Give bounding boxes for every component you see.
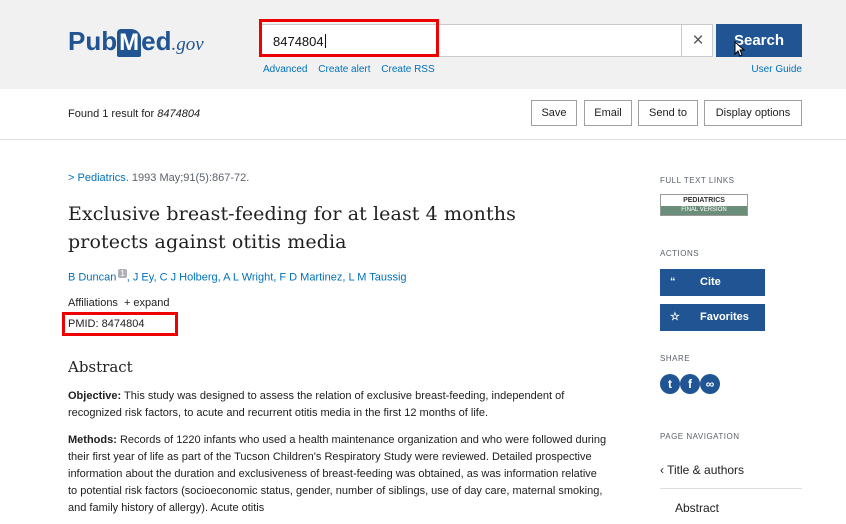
author-links[interactable]: , J Ey, C J Holberg, A L Wright, F D Mar…	[127, 272, 407, 284]
journal-link[interactable]: > Pediatrics.	[68, 172, 129, 184]
affiliation-number[interactable]: 1	[118, 269, 127, 278]
send-to-button[interactable]: Send to	[638, 100, 698, 126]
page-navigation-label: PAGE NAVIGATION	[660, 432, 740, 441]
nav-abstract[interactable]: Abstract	[675, 501, 719, 515]
twitter-icon[interactable]: t	[660, 374, 680, 394]
pediatrics-full-text-link[interactable]: PEDIATRICS FINAL VERSION	[660, 194, 748, 216]
advanced-link[interactable]: Advanced	[263, 64, 307, 75]
search-button[interactable]: Search	[716, 24, 802, 57]
create-rss-link[interactable]: Create RSS	[381, 64, 434, 75]
nav-title-authors[interactable]: ‹ Title & authors	[660, 463, 744, 477]
author-link[interactable]: B Duncan	[68, 272, 116, 284]
search-highlight-box	[259, 19, 439, 57]
search-sublinks: Advanced Create alert Create RSS	[263, 64, 443, 75]
abstract-methods: Methods: Records of 1220 infants who use…	[68, 434, 607, 514]
article-title: Exclusive breast-feeding for at least 4 …	[68, 203, 516, 253]
chevron-right-icon: >	[68, 172, 75, 184]
link-icon[interactable]: ∞	[700, 374, 720, 394]
share-label: SHARE	[660, 354, 691, 363]
results-count: Found 1 result for 8474804	[68, 108, 201, 120]
expand-affiliations-button[interactable]: + expand	[124, 297, 170, 309]
star-icon: ☆	[670, 311, 680, 323]
favorites-button[interactable]: ☆ Favorites	[660, 304, 765, 331]
abstract-heading: Abstract	[68, 358, 133, 376]
user-guide-link[interactable]: User Guide	[751, 64, 802, 75]
journal-citation: > Pediatrics. 1993 May;91(5):867-72.	[68, 172, 250, 184]
author-list: B Duncan 1, J Ey, C J Holberg, A L Wright…	[68, 269, 407, 284]
quote-icon: “	[670, 276, 676, 288]
chevron-left-icon: ‹	[660, 463, 664, 477]
close-icon: ×	[692, 30, 704, 51]
facebook-icon[interactable]: f	[680, 374, 700, 394]
nav-divider	[660, 488, 802, 489]
mouse-cursor-icon	[734, 41, 746, 57]
display-options-button[interactable]: Display options	[704, 100, 802, 126]
affiliations: Affiliations + expand	[68, 297, 170, 309]
clear-search-button[interactable]: ×	[681, 25, 714, 56]
abstract-objective: Objective: This study was designed to as…	[68, 390, 565, 419]
actions-label: ACTIONS	[660, 249, 700, 258]
email-button[interactable]: Email	[584, 100, 632, 126]
full-text-links-label: FULL TEXT LINKS	[660, 176, 735, 185]
create-alert-link[interactable]: Create alert	[318, 64, 370, 75]
save-button[interactable]: Save	[531, 100, 577, 126]
cite-button[interactable]: “Cite	[660, 269, 765, 296]
pubmed-logo[interactable]: PubMed.gov	[68, 26, 204, 57]
pmid-highlight-box	[62, 312, 178, 336]
